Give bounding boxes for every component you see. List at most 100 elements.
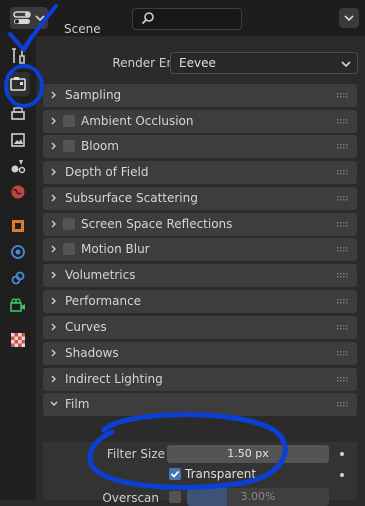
panel-header[interactable]: Film xyxy=(43,393,357,416)
tab-camera-data[interactable] xyxy=(6,294,30,318)
drag-grip-icon[interactable] xyxy=(337,299,349,305)
drag-grip-icon[interactable] xyxy=(337,196,349,202)
transparent-label: Transparent xyxy=(185,467,257,481)
panel-header[interactable]: Curves xyxy=(43,316,357,339)
panel-enable-checkbox[interactable] xyxy=(63,115,75,127)
panel-label: Bloom xyxy=(81,139,119,153)
panel-enable-checkbox[interactable] xyxy=(63,140,75,152)
panel-label: Performance xyxy=(65,294,142,308)
camera-icon xyxy=(10,298,25,312)
physics-orbit-icon xyxy=(11,245,25,259)
overscan-checkbox[interactable] xyxy=(169,491,181,503)
render-engine-row: Render Engine Eevee xyxy=(36,52,365,76)
chevron-down-icon xyxy=(341,61,351,68)
panel-label: Curves xyxy=(65,320,107,334)
options-dropdown-button[interactable] xyxy=(339,8,359,28)
context-label: Scene xyxy=(64,22,101,36)
overscan-value: 3.00% xyxy=(240,490,276,503)
panel-header[interactable]: Depth of Field xyxy=(43,161,357,184)
panel-header[interactable]: Performance xyxy=(43,290,357,313)
chevron-down-icon xyxy=(50,401,58,406)
film-panel-body: Filter Size 1.50 px Transparent Overscan… xyxy=(43,442,357,506)
animate-dot-icon[interactable] xyxy=(340,452,344,456)
chevron-right-icon xyxy=(51,271,56,279)
panel-header[interactable]: Motion Blur xyxy=(43,238,357,261)
output-printer-icon xyxy=(11,107,25,120)
tab-constraints[interactable] xyxy=(6,266,30,290)
tab-view-layer[interactable] xyxy=(6,128,30,152)
panel-label: Ambient Occlusion xyxy=(81,114,194,128)
texture-checker-icon xyxy=(11,333,25,347)
panel-enable-checkbox[interactable] xyxy=(63,243,75,255)
tab-scene[interactable] xyxy=(6,154,30,178)
chevron-right-icon xyxy=(51,142,56,150)
chevron-right-icon xyxy=(51,220,56,228)
world-globe-icon xyxy=(11,185,25,199)
tab-object[interactable] xyxy=(6,214,30,238)
render-engine-select[interactable]: Eevee xyxy=(170,52,358,74)
drag-grip-icon[interactable] xyxy=(337,377,349,383)
drag-grip-icon[interactable] xyxy=(337,402,349,408)
render-camera-back-icon xyxy=(10,77,26,91)
transparent-checkbox[interactable] xyxy=(169,468,181,480)
drag-grip-icon[interactable] xyxy=(337,247,349,253)
overscan-label: Overscan xyxy=(102,491,159,505)
tab-tool[interactable] xyxy=(6,44,30,68)
search-icon xyxy=(141,12,154,25)
panel-label: Sampling xyxy=(65,88,122,102)
panel-header[interactable]: Indirect Lighting xyxy=(43,368,357,391)
chevron-right-icon xyxy=(51,245,56,253)
animate-dot-icon[interactable] xyxy=(340,473,344,477)
drag-grip-icon[interactable] xyxy=(337,144,349,150)
tab-texture[interactable] xyxy=(6,328,30,352)
properties-tab-strip xyxy=(0,36,36,500)
panel-label: Film xyxy=(65,397,90,411)
drag-grip-icon[interactable] xyxy=(337,273,349,279)
chevron-right-icon xyxy=(51,375,56,383)
panel-label: Screen Space Reflections xyxy=(81,217,233,231)
chevron-right-icon xyxy=(51,323,56,331)
tab-world[interactable] xyxy=(6,180,30,204)
drag-grip-icon[interactable] xyxy=(337,170,349,176)
constraint-link-icon xyxy=(11,271,25,285)
editor-type-button[interactable] xyxy=(10,7,48,29)
panel-enable-checkbox[interactable] xyxy=(63,218,75,230)
panel-header[interactable]: Volumetrics xyxy=(43,264,357,287)
tab-output[interactable] xyxy=(6,102,30,126)
tab-physics[interactable] xyxy=(6,240,30,264)
overscan-fill xyxy=(187,488,227,506)
chevron-down-icon xyxy=(344,15,354,22)
object-square-icon xyxy=(12,220,24,232)
search-input[interactable] xyxy=(132,8,242,30)
chevron-right-icon xyxy=(51,194,56,202)
panel-header[interactable]: Sampling xyxy=(43,84,357,107)
scene-icon xyxy=(11,160,26,174)
checkmark-icon xyxy=(170,470,180,478)
panel-header[interactable]: Screen Space Reflections xyxy=(43,213,357,236)
chevron-right-icon xyxy=(51,91,56,99)
panel-header[interactable]: Subsurface Scattering xyxy=(43,187,357,210)
drag-grip-icon[interactable] xyxy=(337,351,349,357)
panel-label: Indirect Lighting xyxy=(65,372,163,386)
tool-icon xyxy=(12,48,25,64)
properties-header xyxy=(0,0,365,36)
tab-render[interactable] xyxy=(6,72,30,96)
panel-header[interactable]: Bloom xyxy=(43,135,357,158)
filter-size-field[interactable]: 1.50 px xyxy=(167,445,329,463)
chevron-right-icon xyxy=(51,117,56,125)
drag-grip-icon[interactable] xyxy=(337,93,349,99)
panel-label: Depth of Field xyxy=(65,165,149,179)
chevron-right-icon xyxy=(51,168,56,176)
view-layer-image-icon xyxy=(11,133,25,147)
overscan-field: 3.00% xyxy=(187,488,329,506)
panel-header[interactable]: Shadows xyxy=(43,342,357,365)
drag-grip-icon[interactable] xyxy=(337,222,349,228)
properties-panel: Scene Render Engine Eevee Sampling Ambien… xyxy=(36,22,365,506)
drag-grip-icon[interactable] xyxy=(337,119,349,125)
panel-header[interactable]: Ambient Occlusion xyxy=(43,110,357,133)
drag-grip-icon[interactable] xyxy=(337,325,349,331)
filter-size-label: Filter Size xyxy=(106,447,165,461)
panel-label: Motion Blur xyxy=(81,242,150,256)
render-engine-value: Eevee xyxy=(179,56,216,70)
chevron-right-icon xyxy=(51,297,56,305)
